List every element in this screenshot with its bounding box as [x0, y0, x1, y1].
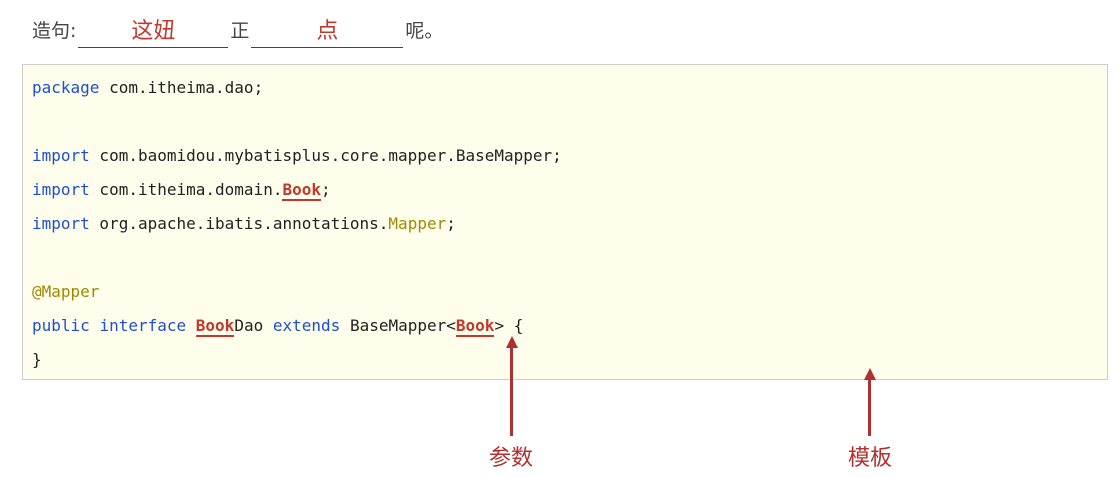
code-line-close: }	[32, 350, 42, 370]
sentence-middle: 正	[230, 20, 250, 42]
code-text: BaseMapper<	[349, 316, 456, 335]
sentence-prefix: 造句:	[32, 20, 77, 42]
keyword-import: import	[32, 214, 90, 233]
code-line-import-mapper: import org.apache.ibatis.annotations.Map…	[32, 214, 456, 234]
sentence-suffix: 呢。	[405, 20, 444, 42]
code-text: org.apache.ibatis.annotations.	[89, 214, 389, 233]
code-text: Dao	[234, 316, 264, 335]
code-line-import-basemapper: import com.baomidou.mybatisplus.core.map…	[32, 146, 562, 166]
highlight-book-generic: Book	[455, 316, 495, 337]
sentence-blank-2: 点	[251, 17, 404, 48]
keyword-import: import	[32, 146, 90, 165]
label-param: 参数	[488, 446, 533, 471]
code-text: com.itheima.dao;	[99, 78, 264, 97]
code-block: package com.itheima.dao; import com.baom…	[22, 64, 1108, 380]
code-text: com.itheima.domain.	[89, 180, 283, 199]
keyword-package: package	[32, 78, 100, 97]
code-line-package: package com.itheima.dao;	[32, 78, 263, 98]
keyword-interface: interface	[99, 316, 187, 335]
label-template: 模板	[847, 446, 892, 471]
code-line-import-book: import com.itheima.domain.Book;	[32, 180, 331, 201]
keyword-public: public	[32, 316, 90, 335]
code-line-annotation: @Mapper	[32, 282, 99, 302]
highlight-book: Book	[282, 180, 321, 201]
code-text: }	[32, 350, 42, 369]
annotation-mapper-class: Mapper	[388, 214, 447, 233]
keyword-import: import	[32, 180, 90, 199]
code-text: > {	[494, 316, 524, 335]
code-text: ;	[320, 180, 331, 199]
code-text: ;	[446, 214, 456, 233]
code-line-interface: public interface BookDao extends BaseMap…	[32, 316, 524, 337]
highlight-book-name: Book	[195, 316, 235, 337]
code-text: com.baomidou.mybatisplus.core.mapper.Bas…	[89, 146, 562, 165]
sentence-blank-1: 这妞	[78, 17, 229, 48]
arrow-shaft-template	[868, 378, 871, 436]
keyword-extends: extends	[272, 316, 341, 335]
sentence-row: 造句: 这妞 正 点 呢。	[32, 14, 443, 48]
annotation-mapper: @Mapper	[32, 282, 100, 301]
arrow-shaft-param	[510, 346, 513, 436]
